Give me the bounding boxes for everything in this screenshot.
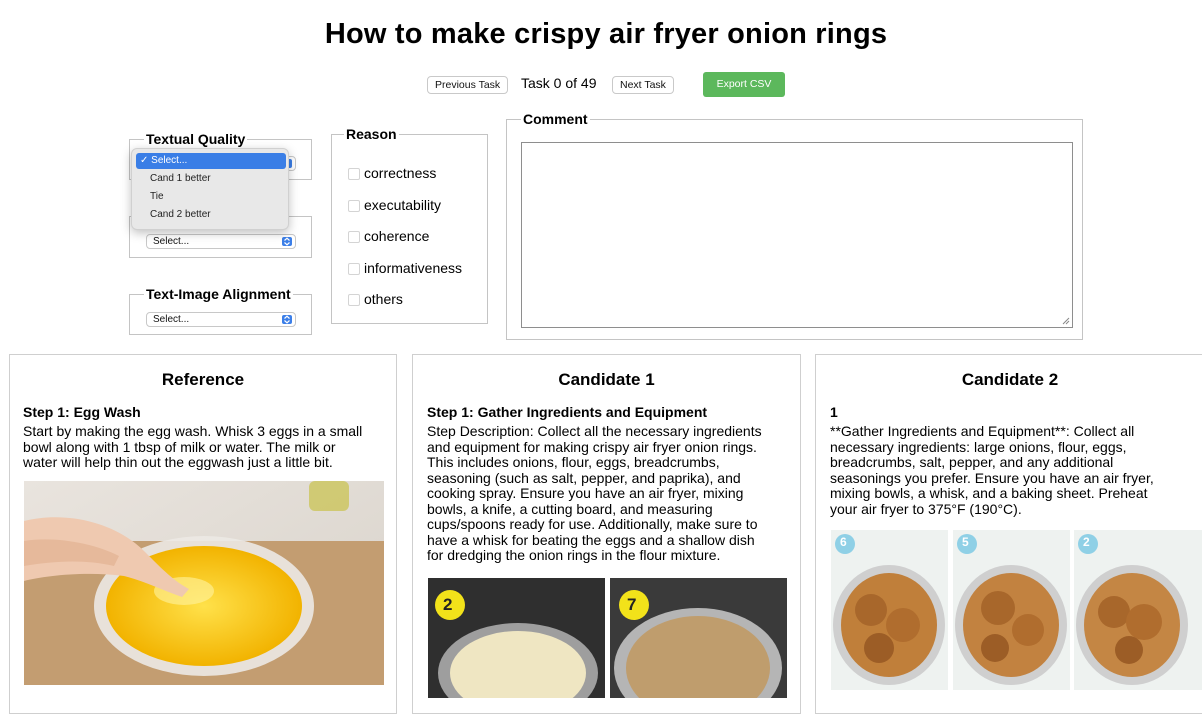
text-line: necessary ingredients: large onions, flo…: [830, 438, 1127, 455]
step-badge: 5: [962, 535, 969, 549]
text-line: seasoning (such as salt, pepper, and pap…: [427, 469, 741, 486]
reason-label: correctness: [364, 165, 437, 181]
dropdown-option-cand2-better[interactable]: Cand 2 better: [136, 207, 286, 223]
text-line: **Gather Ingredients and Equipment**: Co…: [830, 423, 1135, 439]
dropdown-option-tie[interactable]: Tie: [136, 189, 286, 205]
reference-step-title: Step 1: Egg Wash: [23, 404, 141, 420]
page-title: How to make crispy air fryer onion rings: [324, 18, 888, 50]
text-image-alignment-select[interactable]: Select...: [146, 312, 296, 327]
reason-legend: Reason: [346, 126, 397, 142]
export-csv-button[interactable]: Export CSV: [703, 72, 785, 97]
image-quality-select-value: Select...: [153, 236, 190, 247]
text-line: water will help thin out the eggwash jus…: [23, 454, 333, 470]
breadcrumbs-image: 7: [610, 578, 787, 698]
image-quality-select[interactable]: Select...: [146, 234, 296, 249]
text-line: mixing bowls, a whisk, and a baking shee…: [830, 485, 1148, 501]
checkbox[interactable]: [348, 294, 360, 306]
text-line: bowl along with 1 tbsp of milk or water.…: [23, 438, 336, 455]
dropdown-option-select[interactable]: ✓ Select...: [136, 153, 286, 169]
candidate2-heading: Candidate 2: [961, 370, 1059, 389]
reference-step-text: Start by making the egg wash. Whisk 3 eg…: [23, 423, 363, 471]
candidate2-panel: Candidate 2 1 **Gather Ingredients and E…: [815, 354, 1202, 714]
candidate1-step-title: Step 1: Gather Ingredients and Equipment: [427, 404, 708, 420]
reason-label: informativeness: [364, 260, 463, 276]
text-line: This includes onions, flour, eggs, bread…: [427, 454, 720, 470]
candidate1-step-text: Step Description: Collect all the necess…: [427, 423, 762, 564]
fried-rings-image-3: 2: [1074, 530, 1202, 690]
textual-quality-dropdown-menu: ✓ Select... Cand 1 better Tie Cand 2 bet…: [131, 148, 289, 230]
flour-image: 2: [428, 578, 605, 698]
reason-label: coherence: [364, 228, 430, 244]
reference-panel: Reference Step 1: Egg Wash Start by maki…: [9, 354, 397, 714]
step-badge: 6: [840, 535, 847, 549]
candidate1-heading: Candidate 1: [558, 370, 655, 389]
fried-rings-image-2: 5: [953, 530, 1070, 690]
dropdown-option-cand1-better[interactable]: Cand 1 better: [136, 171, 286, 187]
checkbox[interactable]: [348, 231, 360, 243]
text-line: Step Description: Collect all the necess…: [427, 423, 762, 439]
text-line: for dredging the onion rings in the flou…: [427, 547, 721, 563]
chevron-updown-icon: [282, 237, 292, 246]
text-line: cups/spoons ready for use. Additionally,…: [427, 516, 758, 532]
text-line: have a whisk for beating the eggs and a …: [427, 531, 755, 548]
text-line: breadcrumbs, salt, pepper, and any addit…: [830, 454, 1114, 470]
reason-label: others: [364, 291, 403, 307]
next-task-button[interactable]: Next Task: [612, 76, 674, 94]
step-badge: 2: [443, 595, 453, 614]
candidate2-step-text: **Gather Ingredients and Equipment**: Co…: [830, 423, 1154, 517]
step-badge: 7: [627, 595, 637, 614]
reason-label: executability: [364, 197, 442, 213]
text-line: your air fryer to 375°F (190°C).: [830, 500, 1022, 517]
textual-quality-legend: Textual Quality: [146, 131, 246, 147]
text-line: bowls, a knife, a cutting board, and mea…: [427, 500, 713, 517]
previous-task-button[interactable]: Previous Task: [427, 76, 509, 94]
text-line: seasonings you prefer. Ensure you have a…: [830, 469, 1154, 486]
checkbox[interactable]: [348, 168, 360, 180]
text-line: and equipment for making crispy air frye…: [427, 438, 757, 455]
text-line: Start by making the egg wash. Whisk 3 eg…: [23, 423, 363, 439]
checkbox[interactable]: [348, 263, 360, 275]
step-badge: 2: [1083, 535, 1090, 549]
comment-legend: Comment: [523, 111, 588, 127]
checkbox[interactable]: [348, 200, 360, 212]
chevron-updown-icon: [282, 315, 292, 324]
fried-rings-image-1: 6: [831, 530, 948, 690]
task-counter: Task 0 of 49: [521, 75, 597, 91]
text-image-alignment-legend: Text-Image Alignment: [146, 286, 291, 302]
candidate2-step-title: 1: [830, 404, 838, 420]
text-image-alignment-group: Text-Image Alignment: [129, 287, 312, 335]
resize-handle-icon[interactable]: [1062, 317, 1070, 325]
egg-wash-image: [24, 481, 384, 685]
comment-textarea[interactable]: [521, 142, 1073, 328]
text-image-alignment-select-value: Select...: [153, 314, 190, 325]
text-line: cooking spray. Ensure you have an air fr…: [427, 485, 744, 501]
reference-heading: Reference: [161, 370, 245, 389]
candidate1-panel: Candidate 1 Step 1: Gather Ingredients a…: [412, 354, 801, 714]
